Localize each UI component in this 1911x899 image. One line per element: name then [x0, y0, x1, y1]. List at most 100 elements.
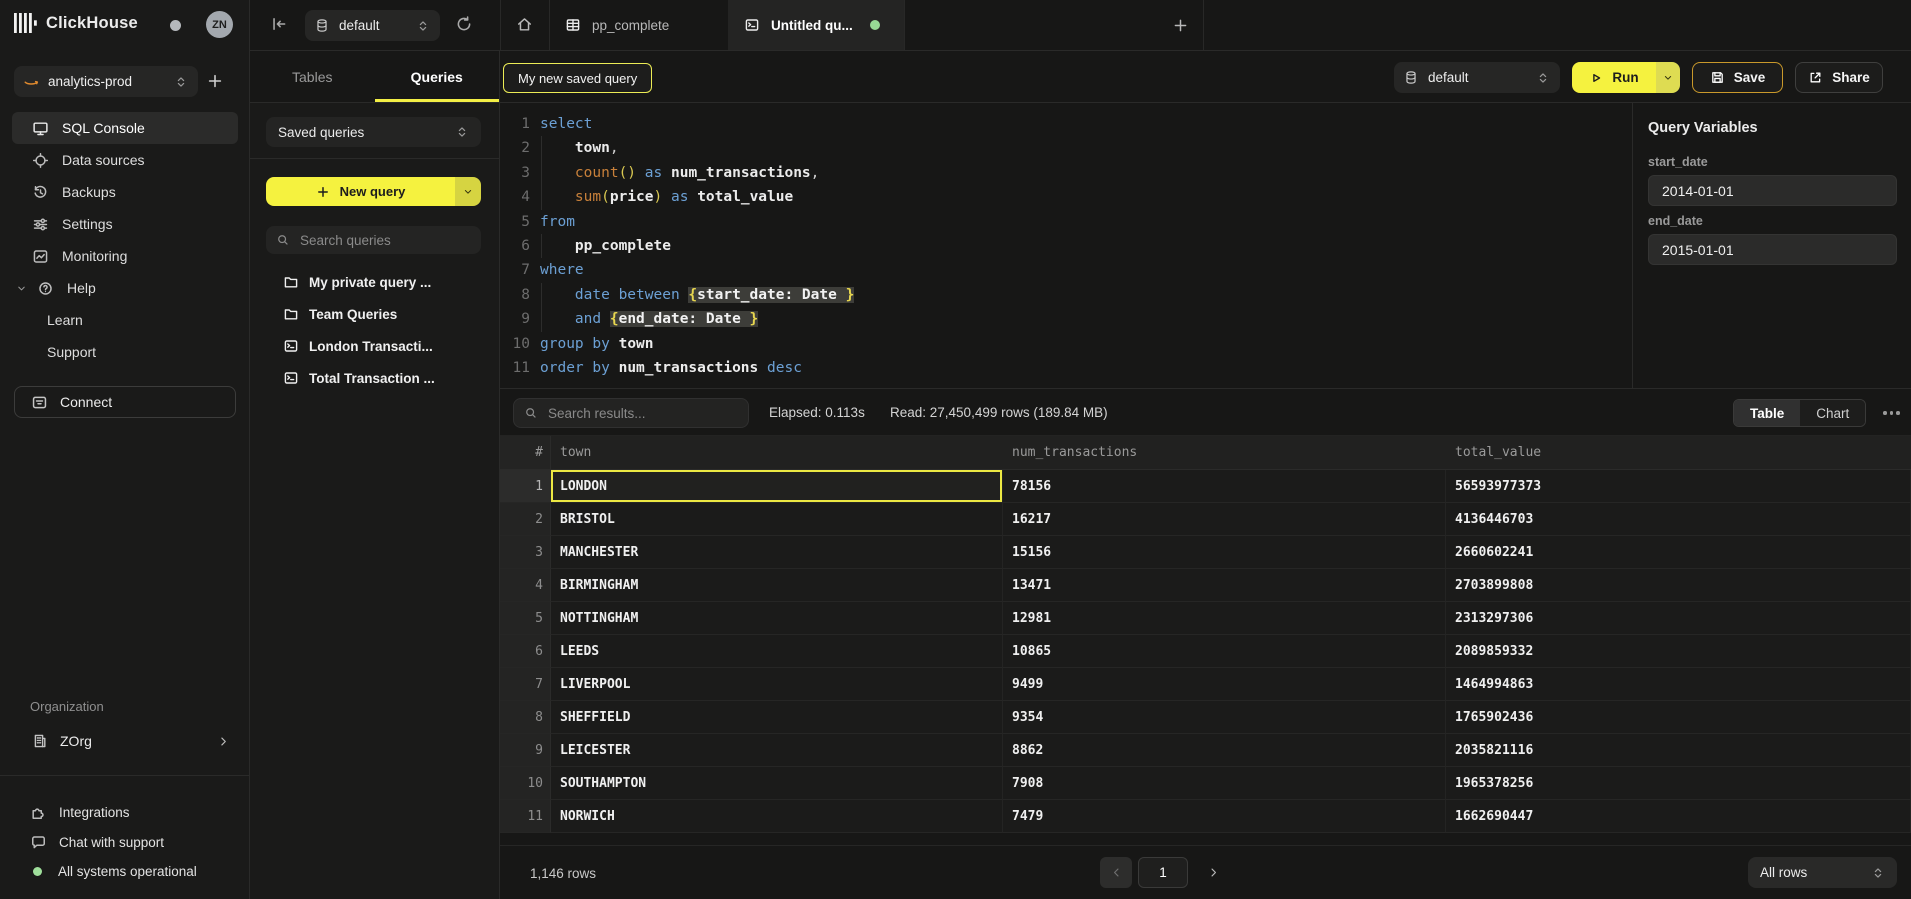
home-tab-button[interactable] — [516, 16, 533, 36]
table-cell[interactable]: NOTTINGHAM — [551, 602, 1003, 635]
code-line[interactable]: 2 town, — [500, 136, 1632, 160]
table-cell[interactable]: 15156 — [1003, 536, 1446, 569]
sidebar-item-help[interactable]: Help — [12, 272, 238, 304]
tab-tables[interactable]: Tables — [250, 51, 375, 103]
organization-selector[interactable]: ZOrg — [12, 726, 238, 756]
more-options-icon[interactable] — [1883, 399, 1900, 427]
table-cell[interactable]: 7908 — [1003, 767, 1446, 800]
query-list-item[interactable]: My private query ... — [250, 266, 499, 298]
table-cell[interactable]: 1464994863 — [1446, 668, 1911, 701]
page-size-selector[interactable]: All rows — [1748, 857, 1897, 888]
sidebar-item-learn[interactable]: Learn — [12, 304, 238, 336]
next-page-button[interactable] — [1200, 857, 1226, 888]
query-filter-selector[interactable]: Saved queries — [266, 117, 481, 147]
chat-with-support-link[interactable]: Chat with support — [12, 827, 238, 857]
code-line[interactable]: 8 date between {start_date: Date } — [500, 283, 1632, 307]
tab-pp-complete[interactable]: pp_complete — [549, 0, 727, 50]
table-cell[interactable]: 78156 — [1003, 470, 1446, 503]
table-cell[interactable]: 1965378256 — [1446, 767, 1911, 800]
code-line[interactable]: 5from — [500, 210, 1632, 234]
user-avatar[interactable]: ZN — [206, 11, 233, 38]
end-date-input[interactable] — [1648, 234, 1897, 265]
query-list-item[interactable]: Total Transaction ... — [250, 362, 499, 394]
code-line[interactable]: 10group by town — [500, 332, 1632, 356]
code-line[interactable]: 4 sum(price) as total_value — [500, 185, 1632, 209]
page-number-input[interactable] — [1138, 857, 1188, 888]
table-cell[interactable]: 2089859332 — [1446, 635, 1911, 668]
table-cell[interactable]: 10865 — [1003, 635, 1446, 668]
new-tab-button[interactable] — [1172, 17, 1189, 37]
code-line[interactable]: 6 pp_complete — [500, 234, 1632, 258]
chart-view-button[interactable]: Chart — [1800, 400, 1865, 426]
collapse-sidebar-button[interactable] — [270, 15, 288, 36]
notification-dot[interactable] — [170, 20, 181, 31]
column-header-total-value[interactable]: total_value — [1446, 436, 1911, 469]
table-cell[interactable]: 12981 — [1003, 602, 1446, 635]
table-cell[interactable]: 7479 — [1003, 800, 1446, 833]
table-cell[interactable]: NORWICH — [551, 800, 1003, 833]
table-cell[interactable]: SHEFFIELD — [551, 701, 1003, 734]
refresh-button[interactable] — [455, 15, 473, 36]
table-cell[interactable]: 13471 — [1003, 569, 1446, 602]
tab-queries[interactable]: Queries — [375, 51, 500, 103]
connect-button[interactable]: Connect — [14, 386, 236, 418]
table-cell[interactable]: BIRMINGHAM — [551, 569, 1003, 602]
column-header-town[interactable]: town — [551, 436, 1003, 469]
tab-untitled-query[interactable]: Untitled qu... — [728, 0, 904, 50]
sidebar-item-settings[interactable]: Settings — [12, 208, 238, 240]
code-line[interactable]: 3 count() as num_transactions, — [500, 161, 1632, 185]
table-cell[interactable]: 1765902436 — [1446, 701, 1911, 734]
table-cell[interactable]: LONDON — [551, 470, 1003, 503]
new-query-options-button[interactable] — [455, 177, 481, 206]
share-button[interactable]: Share — [1795, 62, 1883, 93]
system-status-link[interactable]: All systems operational — [12, 856, 238, 886]
table-cell[interactable]: MANCHESTER — [551, 536, 1003, 569]
table-cell[interactable]: 8862 — [1003, 734, 1446, 767]
table-cell[interactable]: 9354 — [1003, 701, 1446, 734]
table-row: 6LEEDS108652089859332 — [500, 635, 1911, 668]
table-cell[interactable]: 1662690447 — [1446, 800, 1911, 833]
table-cell[interactable]: 16217 — [1003, 503, 1446, 536]
table-cell[interactable]: 2313297306 — [1446, 602, 1911, 635]
code-line[interactable]: 9 and {end_date: Date } — [500, 307, 1632, 331]
editor-database-selector[interactable]: default — [1394, 62, 1560, 93]
run-button[interactable]: Run — [1572, 62, 1656, 93]
table-cell[interactable]: SOUTHAMPTON — [551, 767, 1003, 800]
column-header-num-transactions[interactable]: num_transactions — [1003, 436, 1446, 469]
refresh-icon — [455, 15, 473, 33]
sidebar-item-data-sources[interactable]: Data sources — [12, 144, 238, 176]
table-cell[interactable]: 2703899808 — [1446, 569, 1911, 602]
sidebar-item-backups[interactable]: Backups — [12, 176, 238, 208]
saved-query-tab[interactable]: My new saved query — [503, 63, 652, 93]
table-cell[interactable]: 2035821116 — [1446, 734, 1911, 767]
add-service-button[interactable] — [206, 72, 224, 93]
previous-page-button[interactable] — [1100, 857, 1132, 888]
sidebar-item-support[interactable]: Support — [12, 336, 238, 368]
code-line[interactable]: 1select — [500, 112, 1632, 136]
run-options-button[interactable] — [1656, 62, 1680, 93]
new-query-button[interactable]: New query — [266, 177, 455, 206]
table-cell[interactable]: LEEDS — [551, 635, 1003, 668]
table-cell[interactable]: 2660602241 — [1446, 536, 1911, 569]
table-cell[interactable]: 4136446703 — [1446, 503, 1911, 536]
start-date-input[interactable] — [1648, 175, 1897, 206]
service-selector[interactable]: analytics-prod — [14, 66, 198, 97]
sql-editor[interactable]: 1select2 town,3 count() as num_transacti… — [500, 103, 1632, 388]
table-cell[interactable]: 56593977373 — [1446, 470, 1911, 503]
topbar-database-selector[interactable]: default — [305, 10, 440, 41]
sidebar-item-sql-console[interactable]: SQL Console — [12, 112, 238, 144]
save-button[interactable]: Save — [1692, 62, 1783, 93]
query-list-item[interactable]: London Transacti... — [250, 330, 499, 362]
table-cell[interactable]: LEICESTER — [551, 734, 1003, 767]
integrations-link[interactable]: Integrations — [12, 797, 238, 827]
table-view-button[interactable]: Table — [1734, 400, 1800, 426]
table-cell[interactable]: BRISTOL — [551, 503, 1003, 536]
search-results-input[interactable] — [546, 405, 738, 422]
table-cell[interactable]: 9499 — [1003, 668, 1446, 701]
code-line[interactable]: 11order by num_transactions desc — [500, 356, 1632, 380]
table-cell[interactable]: LIVERPOOL — [551, 668, 1003, 701]
sidebar-item-monitoring[interactable]: Monitoring — [12, 240, 238, 272]
code-line[interactable]: 7where — [500, 258, 1632, 282]
query-list-item[interactable]: Team Queries — [250, 298, 499, 330]
search-queries-input[interactable] — [298, 232, 471, 249]
